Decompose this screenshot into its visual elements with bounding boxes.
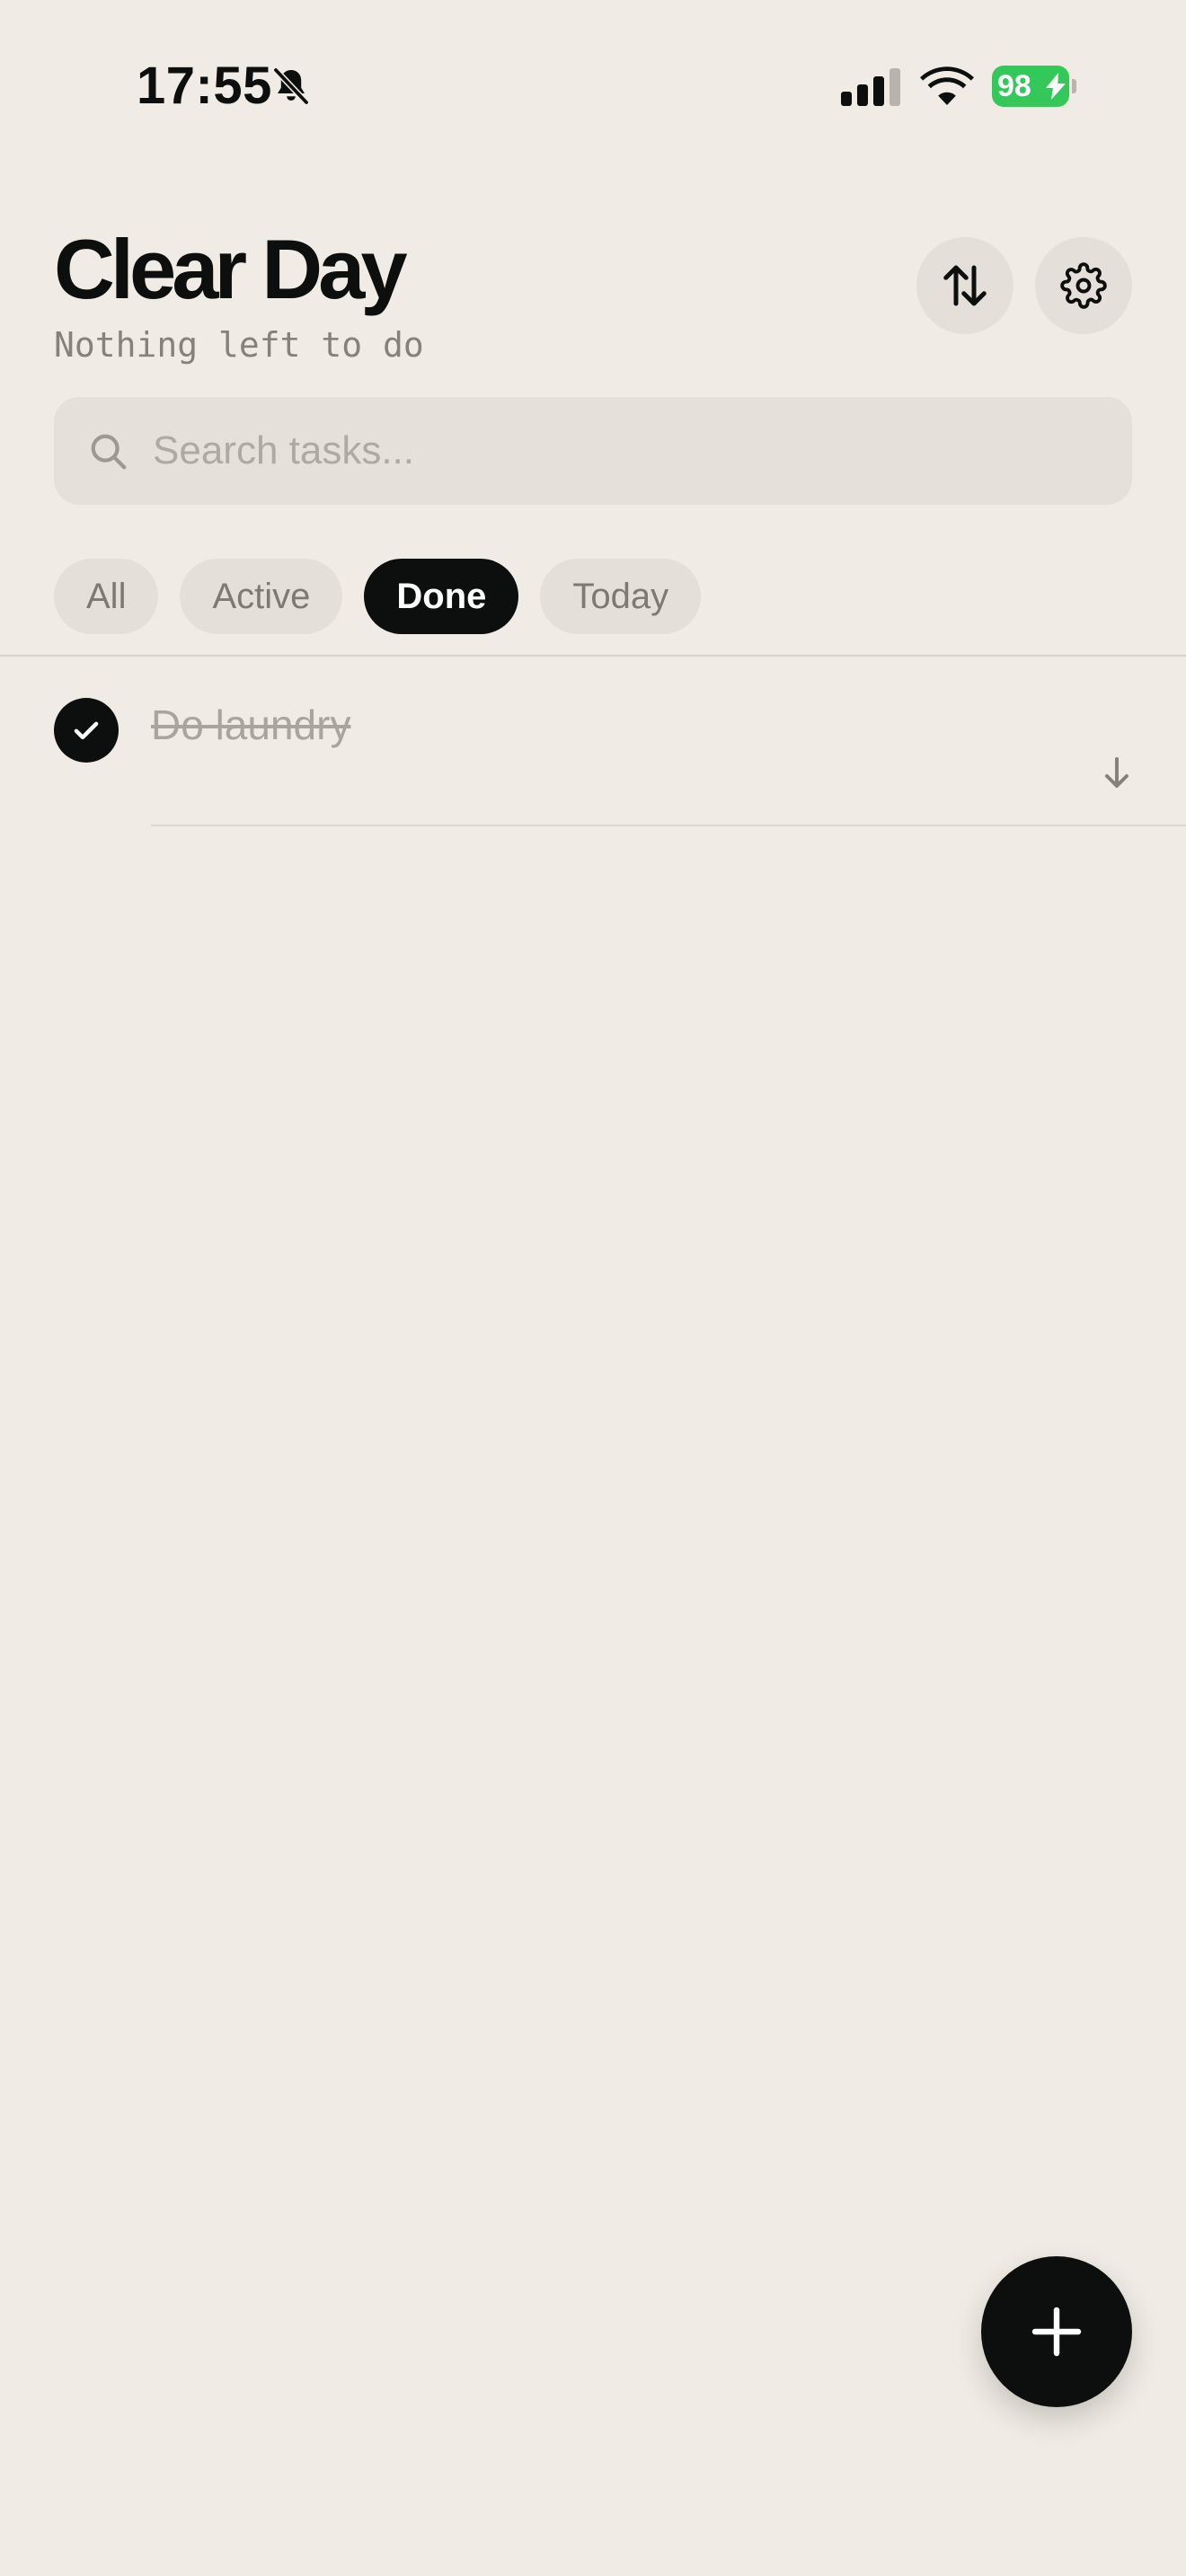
cellular-signal-icon (841, 68, 900, 106)
checkmark-icon (74, 721, 99, 740)
search-bar[interactable] (54, 397, 1132, 505)
filter-done[interactable]: Done (364, 559, 519, 634)
page-subtitle: Nothing left to do (54, 325, 424, 365)
filter-active[interactable]: Active (180, 559, 343, 634)
task-row[interactable]: Do laundry (0, 657, 1186, 827)
wifi-icon (920, 66, 974, 105)
bell-slash-icon (272, 66, 310, 106)
search-icon (91, 434, 127, 470)
task-checkbox[interactable] (54, 698, 119, 763)
charging-bolt-icon (1046, 73, 1066, 100)
filter-today[interactable]: Today (540, 559, 702, 634)
arrow-down-icon[interactable] (1102, 755, 1132, 791)
gear-icon (1060, 262, 1107, 309)
task-divider (151, 825, 1186, 826)
filter-chips: All Active Done Today (54, 559, 702, 634)
settings-button[interactable] (1035, 237, 1132, 334)
page-title: Clear Day (54, 222, 408, 316)
battery-indicator: 98 (992, 66, 1078, 107)
battery-tip (1072, 79, 1076, 93)
sort-arrows-icon (943, 265, 987, 306)
filter-all[interactable]: All (54, 559, 159, 634)
sort-button[interactable] (916, 237, 1013, 334)
task-title: Do laundry (151, 701, 351, 748)
add-task-button[interactable] (981, 2256, 1132, 2407)
status-time: 17:55 (137, 57, 272, 115)
status-bar: 17:55 98 (0, 0, 1186, 171)
search-input[interactable] (153, 397, 1105, 505)
plus-icon (1031, 2307, 1082, 2357)
